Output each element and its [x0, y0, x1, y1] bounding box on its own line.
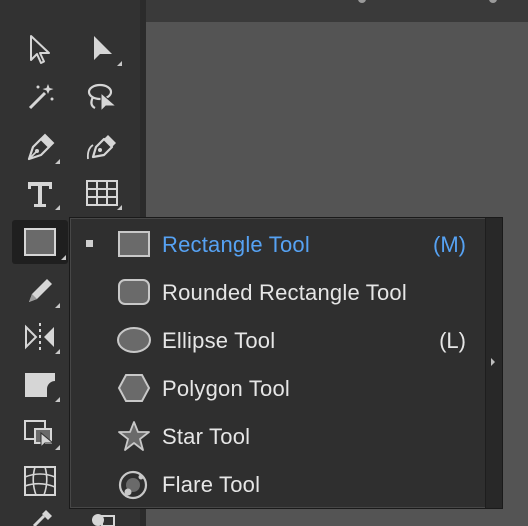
rounded-rectangle-icon	[114, 276, 154, 308]
chevron-right-icon	[491, 358, 495, 366]
menu-item-rounded-rectangle-tool[interactable]: Rounded Rectangle Tool	[70, 268, 486, 316]
menu-item-label: Rectangle Tool	[162, 232, 310, 257]
menu-item-ellipse-tool[interactable]: Ellipse Tool (L)	[70, 316, 486, 364]
menu-item-polygon-tool[interactable]: Polygon Tool	[70, 364, 486, 412]
submenu-indicator	[55, 349, 60, 354]
submenu-indicator	[55, 303, 60, 308]
pen-tool[interactable]	[18, 126, 62, 168]
curvature-icon	[86, 135, 116, 160]
lasso-tool[interactable]	[80, 76, 124, 118]
submenu-indicator	[55, 205, 60, 210]
free-transform-icon	[24, 420, 55, 449]
polygon-icon	[114, 372, 154, 404]
menu-item-rectangle-tool[interactable]: Rectangle Tool (M)	[70, 220, 486, 268]
free-transform-tool[interactable]	[18, 412, 62, 454]
pencil-tool[interactable]	[18, 270, 62, 312]
type-icon	[28, 182, 52, 207]
grid-tool[interactable]	[80, 172, 124, 214]
blend-icon	[92, 514, 115, 526]
menu-item-label: Flare Tool	[162, 472, 261, 497]
menu-item-label: Star Tool	[162, 424, 251, 449]
rectangle-icon	[114, 228, 154, 260]
submenu-indicator	[55, 159, 60, 164]
eyedropper-tool[interactable]	[18, 506, 62, 526]
direct-selection-icon	[94, 36, 112, 60]
menu-item-shortcut: (L)	[439, 328, 466, 353]
selected-indicator	[86, 240, 93, 247]
selection-icon	[30, 35, 50, 64]
flare-icon	[114, 468, 154, 500]
reflect-tool[interactable]	[18, 316, 62, 358]
magic-wand-icon	[28, 84, 54, 110]
menu-item-label: Rounded Rectangle Tool	[162, 280, 407, 305]
ellipse-icon	[114, 324, 154, 356]
rectangle-icon	[24, 228, 56, 256]
reflect-icon	[25, 323, 54, 351]
submenu-indicator	[117, 205, 122, 210]
pen-icon	[27, 133, 55, 161]
blend-tool[interactable]	[80, 506, 124, 526]
curvature-tool[interactable]	[80, 126, 124, 168]
submenu-indicator	[55, 445, 60, 450]
eraser-icon	[25, 373, 55, 397]
menu-item-label: Polygon Tool	[162, 376, 290, 401]
mesh-icon	[24, 466, 56, 496]
grid-icon	[86, 180, 118, 206]
submenu-indicator	[55, 397, 60, 402]
document-tab-bar	[146, 0, 528, 23]
submenu-indicator	[61, 255, 66, 260]
menu-item-flare-tool[interactable]: Flare Tool	[70, 460, 486, 508]
tearoff-strip[interactable]	[485, 218, 502, 508]
rectangle-tool-button[interactable]	[12, 220, 68, 264]
magic-wand-tool[interactable]	[18, 76, 62, 118]
submenu-indicator	[117, 61, 122, 66]
menu-item-label: Ellipse Tool	[162, 328, 276, 353]
lasso-icon	[87, 83, 118, 113]
direct-selection-tool[interactable]	[80, 28, 124, 70]
shape-tools-flyout: Rectangle Tool (M) Rounded Rectangle Too…	[69, 217, 503, 509]
star-icon	[114, 420, 154, 452]
mesh-tool[interactable]	[18, 460, 62, 502]
menu-item-star-tool[interactable]: Star Tool	[70, 412, 486, 460]
type-tool[interactable]	[18, 172, 62, 214]
menu-item-shortcut: (M)	[433, 232, 466, 257]
pencil-icon	[29, 279, 52, 302]
selection-tool[interactable]	[18, 28, 62, 70]
eyedropper-icon	[32, 510, 52, 526]
eraser-tool[interactable]	[18, 364, 62, 406]
tab-marker	[358, 0, 366, 3]
tab-marker	[489, 0, 497, 3]
